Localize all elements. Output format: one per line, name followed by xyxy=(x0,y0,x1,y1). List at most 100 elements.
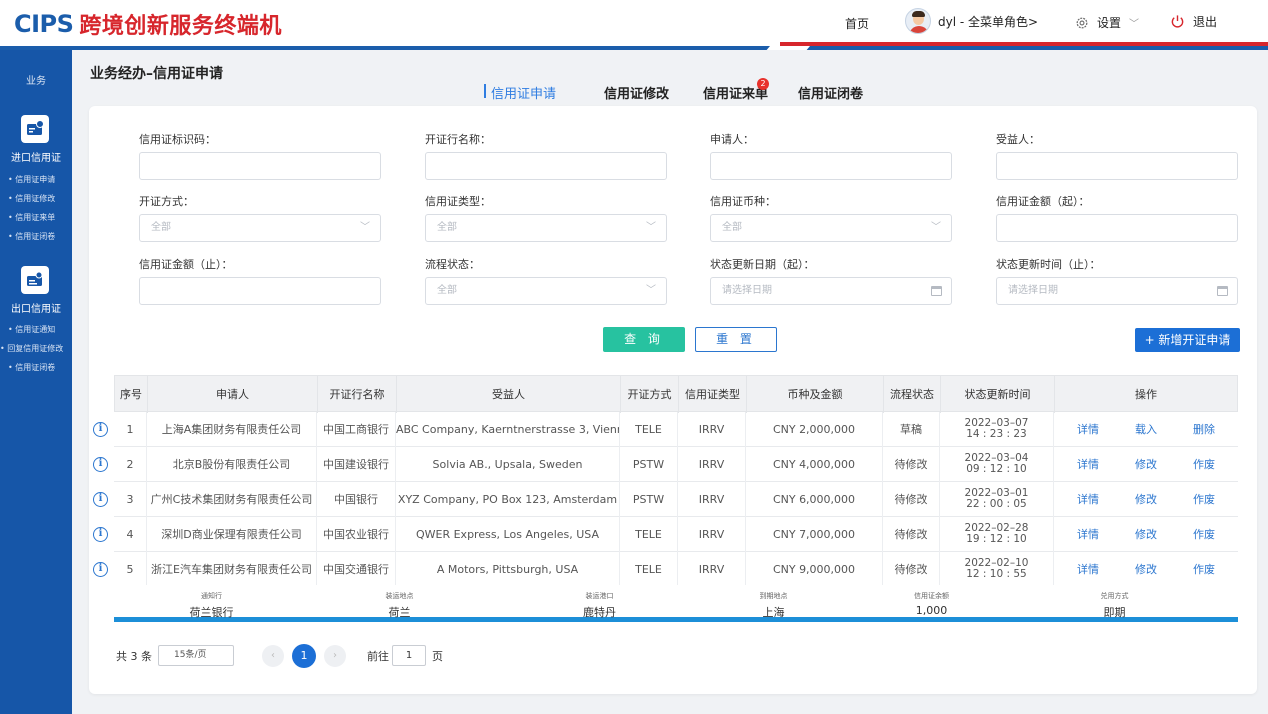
table-row: i 1 上海A集团财务有限责任公司 中国工商银行 ABC Company, Kaernt… xyxy=(93,412,1238,447)
action-link-secondary[interactable]: 作废 xyxy=(1192,517,1216,552)
filter-label-bank: 开证行名称： xyxy=(425,133,491,146)
detail-link[interactable]: 详情 xyxy=(1076,447,1100,482)
bank-name-input[interactable] xyxy=(425,152,667,180)
detail-link[interactable]: 详情 xyxy=(1076,552,1100,587)
settings-label: 设置 xyxy=(1097,16,1122,30)
info-icon[interactable]: i xyxy=(93,562,108,577)
cell-bank: 中国建设银行 xyxy=(317,447,396,482)
sidebar-item-export-close[interactable]: • 信用证闭卷 xyxy=(8,362,80,381)
tab-lc-apply[interactable]: 信用证申请 xyxy=(491,83,556,102)
cell-applicant: 浙江E汽车集团财务有限责任公司 xyxy=(147,552,317,587)
detail-shipment-place: 装运地点 荷兰 xyxy=(385,592,414,619)
detail-link[interactable]: 详情 xyxy=(1076,517,1100,552)
currency-select[interactable]: 全部 ﹀ xyxy=(710,214,952,242)
cell-amount: CNY 6,000,000 xyxy=(746,482,883,517)
action-link-secondary[interactable]: 删除 xyxy=(1192,412,1216,447)
action-link[interactable]: 修改 xyxy=(1134,517,1158,552)
import-lc-icon[interactable] xyxy=(21,115,49,143)
logo-latin: CIPS xyxy=(14,10,74,38)
logout-button[interactable]: 退出 xyxy=(1170,13,1217,30)
info-icon[interactable]: i xyxy=(93,527,108,542)
cell-time: 19 : 12 : 10 xyxy=(966,533,1027,545)
action-link-secondary[interactable]: 作废 xyxy=(1192,447,1216,482)
status-select-value: 全部 xyxy=(437,285,457,296)
filter-label-method: 开证方式： xyxy=(139,195,194,208)
filter-label-beneficiary: 受益人： xyxy=(996,133,1040,146)
date-to-picker[interactable]: 请选择日期 xyxy=(996,277,1238,305)
action-link-secondary[interactable]: 作废 xyxy=(1192,552,1216,587)
cell-beneficiary: Solvia AB., Upsala, Sweden xyxy=(396,447,620,482)
action-link[interactable]: 载入 xyxy=(1134,412,1158,447)
detail-link[interactable]: 详情 xyxy=(1076,482,1100,517)
user-menu[interactable]: dyl - 全菜单角色> xyxy=(905,8,1038,34)
action-link[interactable]: 修改 xyxy=(1134,447,1158,482)
action-link[interactable]: 修改 xyxy=(1134,482,1158,517)
sidebar-import-lc[interactable]: 进口信用证 xyxy=(0,149,72,164)
cell-time: 22 : 00 : 05 xyxy=(966,498,1027,510)
page-title: 业务经办–信用证申请 xyxy=(90,66,223,82)
amount-from-input[interactable] xyxy=(996,214,1238,242)
type-select[interactable]: 全部 ﹀ xyxy=(425,214,667,242)
reset-button[interactable]: 重 置 xyxy=(695,327,777,352)
detail-link[interactable]: 详情 xyxy=(1076,412,1100,447)
sidebar-item-lc-docs[interactable]: • 信用证来单 xyxy=(8,212,80,231)
next-page-button[interactable]: › xyxy=(324,645,346,667)
pagination-total: 共 3 条 xyxy=(116,650,152,663)
date-from-picker[interactable]: 请选择日期 xyxy=(710,277,952,305)
tab-lc-amend[interactable]: 信用证修改 xyxy=(604,83,669,102)
sidebar-item-lc-close[interactable]: • 信用证闭卷 xyxy=(8,231,80,250)
filter-label-amount-to: 信用证金额（止）： xyxy=(139,258,233,271)
settings-menu[interactable]: 设置 ﹀ xyxy=(1075,14,1139,31)
amount-to-input[interactable] xyxy=(139,277,381,305)
applicant-input[interactable] xyxy=(710,152,952,180)
sidebar-item-lc-notify[interactable]: • 信用证通知 xyxy=(8,324,80,343)
logo[interactable]: CIPS 跨境创新服务终端机 xyxy=(14,8,282,40)
filter-label-date-from: 状态更新日期（起）： xyxy=(710,258,815,271)
col-bank: 开证行名称 xyxy=(318,376,397,413)
query-button[interactable]: 查 询 xyxy=(603,327,685,352)
cell-updated: 2022–03–07 14 : 23 : 23 xyxy=(940,412,1054,447)
row-detail-panel: 通知行 荷兰银行 装运地点 荷兰 装运港口 鹿特丹 到期地点 上海 信用证余额 1,000… xyxy=(114,585,1238,622)
cell-updated: 2022–03–04 09 : 12 : 10 xyxy=(940,447,1054,482)
cell-type: IRRV xyxy=(678,517,746,552)
page-1-button[interactable]: 1 xyxy=(292,644,316,668)
page-unit-label: 页 xyxy=(432,650,443,663)
cell-status: 草稿 xyxy=(883,412,940,447)
sidebar-item-lc-amend[interactable]: • 信用证修改 xyxy=(8,193,80,212)
sidebar-item-lc-apply[interactable]: • 信用证申请 xyxy=(8,174,80,193)
cell-beneficiary: QWER Express, Los Angeles, USA xyxy=(396,517,620,552)
col-beneficiary: 受益人 xyxy=(397,376,621,413)
method-select[interactable]: 全部 ﹀ xyxy=(139,214,381,242)
cell-type: IRRV xyxy=(678,552,746,587)
chevron-down-icon: ﹀ xyxy=(1129,19,1140,30)
action-link-secondary[interactable]: 作废 xyxy=(1192,482,1216,517)
method-select-value: 全部 xyxy=(151,222,171,233)
info-icon[interactable]: i xyxy=(93,422,108,437)
beneficiary-input[interactable] xyxy=(996,152,1238,180)
header-accent xyxy=(780,42,1268,46)
sidebar-export-lc[interactable]: 出口信用证 xyxy=(0,300,72,315)
cell-method: TELE xyxy=(620,552,678,587)
goto-page-input[interactable]: 1 xyxy=(392,645,426,666)
cell-no: 2 xyxy=(114,447,147,482)
col-no: 序号 xyxy=(115,376,148,413)
action-link[interactable]: 修改 xyxy=(1134,552,1158,587)
date-from-placeholder: 请选择日期 xyxy=(722,285,772,296)
info-icon[interactable]: i xyxy=(93,457,108,472)
cell-beneficiary: XYZ Company, PO Box 123, Amsterdam xyxy=(396,482,620,517)
add-lc-application-button[interactable]: + 新增开证申请 xyxy=(1135,328,1240,352)
info-icon[interactable]: i xyxy=(93,492,108,507)
col-actions: 操作 xyxy=(1135,388,1157,401)
status-select[interactable]: 全部 ﹀ xyxy=(425,277,667,305)
export-lc-icon[interactable] xyxy=(21,266,49,294)
tab-lc-close[interactable]: 信用证闭卷 xyxy=(798,83,863,102)
lc-id-input[interactable] xyxy=(139,152,381,180)
home-link[interactable]: 首页 xyxy=(845,15,869,32)
active-tab-indicator xyxy=(484,84,486,98)
filter-label-date-to: 状态更新时间（止）： xyxy=(996,258,1101,271)
prev-page-button[interactable]: ‹ xyxy=(262,645,284,667)
page-size-select[interactable]: 15条/页 xyxy=(158,645,234,666)
sidebar-item-reply-amend[interactable]: • 回复信用证修改 xyxy=(0,343,80,362)
cell-method: PSTW xyxy=(620,482,678,517)
detail-lc-balance: 信用证余额 1,000 xyxy=(914,592,949,617)
